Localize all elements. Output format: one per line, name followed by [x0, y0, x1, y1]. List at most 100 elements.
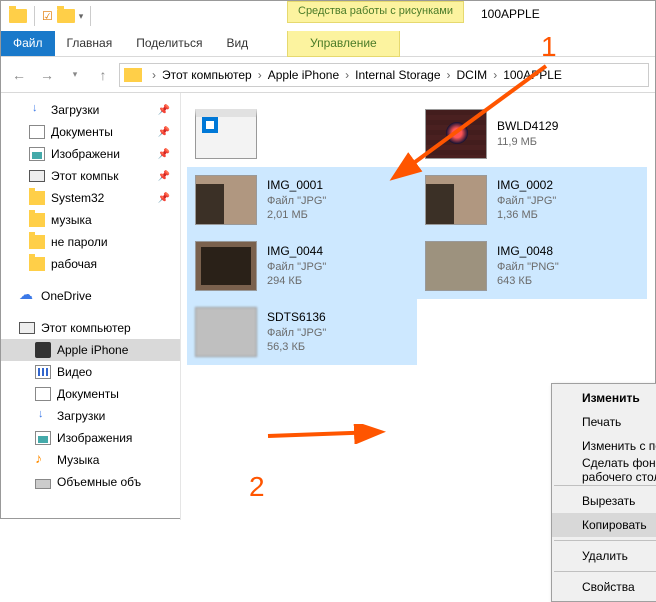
sidebar-item[interactable]: Видео — [1, 361, 180, 383]
sidebar-item-label: Музыка — [57, 453, 99, 467]
title-bar: ☑ ▾ Средства работы с рисунками 100APPLE — [1, 1, 655, 31]
file-type: Файл "JPG" — [267, 194, 326, 208]
sidebar-item[interactable]: Изображени 📌 — [1, 143, 180, 165]
file-size: 294 КБ — [267, 274, 326, 288]
breadcrumb-item[interactable]: 100APPLE — [503, 68, 562, 82]
sidebar-item[interactable]: Документы — [1, 383, 180, 405]
file-name: IMG_0048 — [497, 244, 559, 260]
pin-icon: 📌 — [158, 105, 170, 116]
breadcrumb-item[interactable]: Internal Storage — [355, 68, 440, 82]
sidebar-item-label: System32 — [51, 191, 104, 205]
sidebar-item[interactable]: Объемные объ — [1, 471, 180, 493]
tab-home[interactable]: Главная — [55, 31, 125, 56]
context-menu: Изменить ПечатьИзменить с помощью Paint 3… — [551, 383, 656, 602]
sidebar-item-label: Этот компьк — [51, 169, 119, 183]
sidebar-item[interactable]: Загрузки 📌 — [1, 99, 180, 121]
pin-icon: 📌 — [158, 193, 170, 204]
sidebar-item-label: не пароли — [51, 235, 108, 249]
sidebar-item-label: Загрузки — [51, 103, 99, 117]
sidebar-this-pc[interactable]: Этот компьютер — [1, 317, 180, 339]
context-menu-label: Сделать фоновым изображением рабочего ст… — [582, 456, 656, 484]
sidebar-onedrive[interactable]: OneDrive — [1, 285, 180, 307]
context-menu-item[interactable]: Свойства — [552, 575, 656, 599]
pin-icon: 📌 — [158, 127, 170, 138]
breadcrumb-item[interactable]: Этот компьютер — [162, 68, 252, 82]
sidebar-item-label: музыка — [51, 213, 92, 227]
file-name: SDTS6136 — [267, 310, 326, 326]
file-info: BWLD4129 11,9 МБ — [497, 119, 558, 149]
context-menu-item[interactable]: Удалить — [552, 544, 656, 568]
sidebar-item-label: Документы — [51, 125, 113, 139]
sidebar-item-label: Изображени — [51, 147, 120, 161]
file-item[interactable]: IMG_0048 Файл "PNG" 643 КБ — [417, 233, 647, 299]
file-view[interactable]: BWLD4129 11,9 МБ IMG_0001 Файл "JPG" 2,0… — [181, 93, 655, 520]
file-info: SDTS6136 Файл "JPG" 56,3 КБ — [267, 310, 326, 354]
context-menu-item[interactable]: Изменить — [552, 386, 656, 410]
sidebar-item[interactable]: Музыка — [1, 449, 180, 471]
context-menu-item[interactable]: Печать — [552, 410, 656, 434]
up-button[interactable]: ↑ — [91, 63, 115, 87]
qat-dropdown-icon[interactable]: ▾ — [79, 11, 84, 22]
file-thumbnail — [195, 241, 257, 291]
recent-dropdown-icon[interactable]: ▾ — [63, 63, 87, 87]
sidebar-item[interactable]: не пароли — [1, 231, 180, 253]
file-type: Файл "PNG" — [497, 260, 559, 274]
sidebar-item-label: Этот компьютер — [41, 321, 131, 335]
sidebar-item[interactable]: System32 📌 — [1, 187, 180, 209]
sidebar-item[interactable]: Документы 📌 — [1, 121, 180, 143]
pic-icon — [35, 431, 51, 445]
file-item[interactable] — [187, 101, 417, 167]
context-menu-item[interactable]: Копировать — [552, 513, 656, 537]
quick-access-toolbar: ☑ ▾ — [1, 6, 102, 26]
pin-icon: 📌 — [158, 171, 170, 182]
file-type: Файл "JPG" — [497, 194, 556, 208]
folder-icon — [29, 213, 45, 227]
sidebar-item-label: рабочая — [51, 257, 97, 271]
file-info: IMG_0001 Файл "JPG" 2,01 МБ — [267, 178, 326, 222]
sidebar-item[interactable]: Apple iPhone — [1, 339, 180, 361]
file-size: 56,3 КБ — [267, 340, 326, 354]
sidebar-item[interactable]: Изображения — [1, 427, 180, 449]
file-item[interactable]: IMG_0001 Файл "JPG" 2,01 МБ — [187, 167, 417, 233]
file-thumbnail — [425, 241, 487, 291]
file-item[interactable]: IMG_0044 Файл "JPG" 294 КБ — [187, 233, 417, 299]
breadcrumb-item[interactable]: Apple iPhone — [268, 68, 339, 82]
context-menu-label: Вырезать — [582, 494, 635, 508]
file-name: IMG_0001 — [267, 178, 326, 194]
file-item[interactable]: BWLD4129 11,9 МБ — [417, 101, 647, 167]
file-item[interactable]: SDTS6136 Файл "JPG" 56,3 КБ — [187, 299, 417, 365]
context-menu-label: Изменить — [582, 391, 640, 405]
folder-icon — [29, 235, 45, 249]
sidebar-item[interactable]: рабочая — [1, 253, 180, 275]
pin-icon: 📌 — [158, 149, 170, 160]
docs-icon — [35, 387, 51, 401]
dl-icon — [29, 103, 45, 117]
back-button[interactable]: ← — [7, 63, 31, 87]
tab-share[interactable]: Поделиться — [124, 31, 214, 56]
drive-icon — [35, 479, 51, 489]
sidebar-item[interactable]: Загрузки — [1, 405, 180, 427]
tab-file[interactable]: Файл — [1, 31, 55, 56]
context-menu-label: Свойства — [582, 580, 635, 594]
navigation-pane: Загрузки📌Документы📌Изображени📌Этот компь… — [1, 93, 181, 520]
sidebar-item[interactable]: музыка — [1, 209, 180, 231]
sidebar-item-label: Объемные объ — [57, 475, 141, 489]
file-size: 1,36 МБ — [497, 208, 556, 222]
context-menu-item[interactable]: Сделать фоновым изображением рабочего ст… — [552, 458, 656, 482]
file-thumbnail — [425, 175, 487, 225]
sidebar-item[interactable]: Этот компьк 📌 — [1, 165, 180, 187]
pc-icon — [29, 170, 45, 182]
context-menu-label: Удалить — [582, 549, 628, 563]
navigation-bar: ← → ▾ ↑ › Этот компьютер› Apple iPhone› … — [1, 57, 655, 93]
forward-button[interactable]: → — [35, 63, 59, 87]
tab-view[interactable]: Вид — [214, 31, 260, 56]
tab-manage[interactable]: Управление — [287, 31, 400, 57]
folder-icon — [29, 257, 45, 271]
pc-icon — [19, 322, 35, 334]
context-menu-item[interactable]: Вырезать — [552, 489, 656, 513]
context-menu-item[interactable]: Изменить с помощью Paint 3D — [552, 434, 656, 458]
address-bar[interactable]: › Этот компьютер› Apple iPhone› Internal… — [119, 63, 649, 87]
checkbox-icon[interactable]: ☑ — [42, 9, 53, 23]
file-item[interactable]: IMG_0002 Файл "JPG" 1,36 МБ — [417, 167, 647, 233]
breadcrumb-item[interactable]: DCIM — [457, 68, 488, 82]
